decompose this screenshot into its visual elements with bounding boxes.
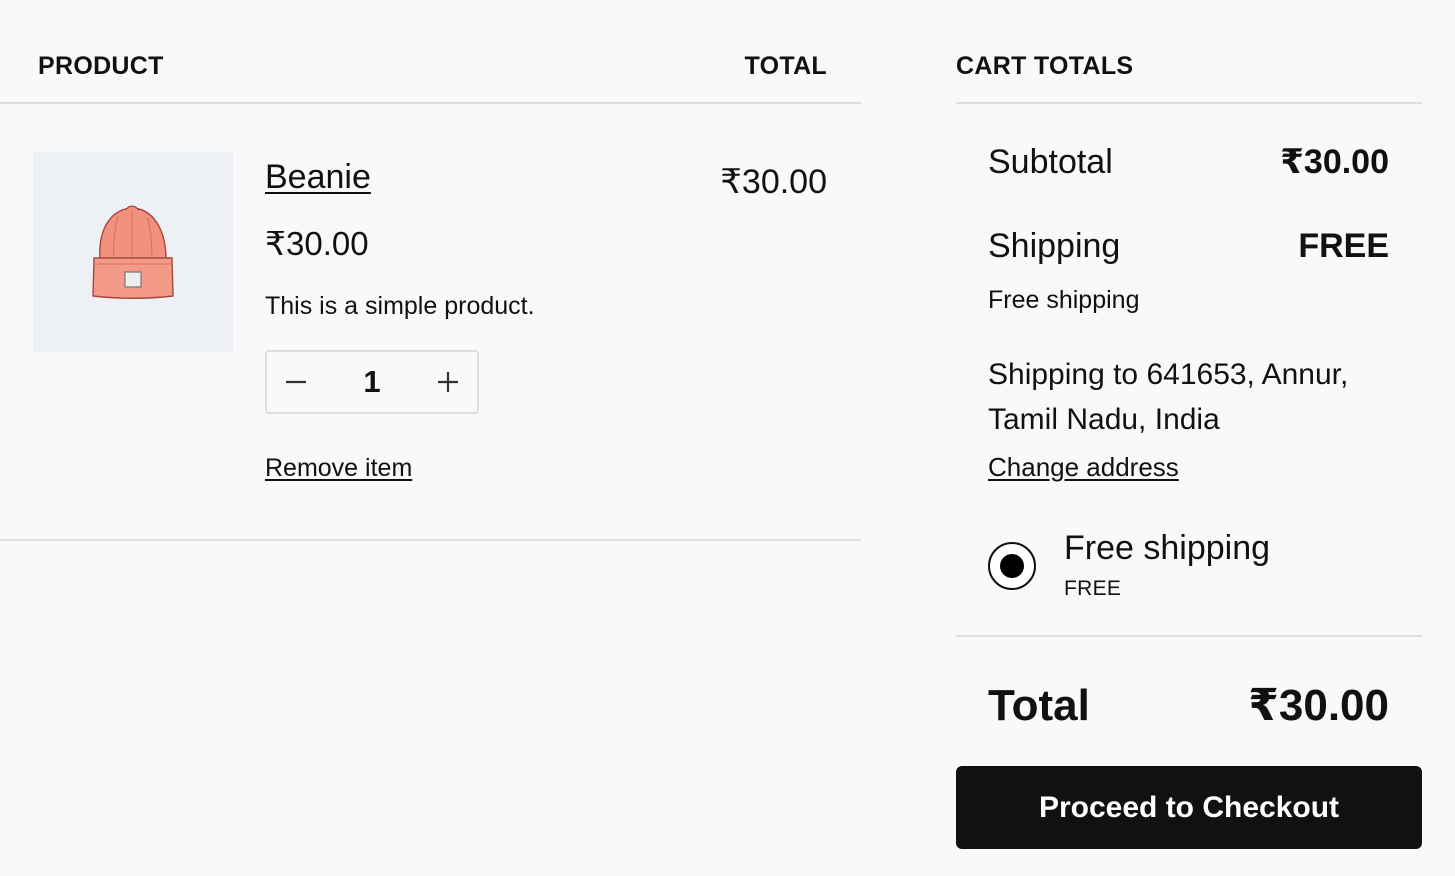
change-address-link[interactable]: Change address	[988, 451, 1179, 483]
minus-icon	[286, 380, 306, 384]
quantity-stepper	[265, 350, 479, 414]
total-value: ₹30.00	[1248, 681, 1389, 730]
shipping-label: Shipping	[988, 227, 1121, 265]
radio-selected-dot	[1000, 554, 1024, 578]
shipping-option-radio[interactable]	[988, 542, 1036, 590]
cart-table-header: PRODUCT TOTAL	[0, 0, 861, 104]
cart-totals-panel: CART TOTALS Subtotal ₹30.00 Shipping FRE…	[956, 0, 1422, 849]
total-label: Total	[988, 681, 1090, 730]
product-unit-price: ₹30.00	[265, 225, 369, 262]
remove-item-link[interactable]: Remove item	[265, 453, 412, 483]
shipping-destination: Shipping to 641653, Annur, Tamil Nadu, I…	[988, 358, 1349, 436]
cart-totals-header: CART TOTALS	[956, 0, 1422, 104]
cart-table: PRODUCT TOTAL Beanie ₹30.00 This is a si…	[0, 0, 861, 541]
cart-totals-body: Subtotal ₹30.00 Shipping FREE Free shipp…	[956, 104, 1422, 637]
cart-page: PRODUCT TOTAL Beanie ₹30.00 This is a si…	[0, 0, 1455, 876]
subtotal-value: ₹30.00	[1280, 143, 1389, 181]
beanie-hat-image	[92, 205, 174, 299]
product-thumbnail[interactable]	[33, 152, 233, 352]
cart-item-row: Beanie ₹30.00 This is a simple product.	[0, 104, 861, 541]
order-total-row: Total ₹30.00	[956, 637, 1422, 764]
shipping-option-price: FREE	[1064, 577, 1122, 600]
subtotal-label: Subtotal	[988, 143, 1113, 181]
increase-quantity-button[interactable]	[428, 362, 468, 402]
column-header-product: PRODUCT	[38, 52, 164, 80]
shipping-method-name: Free shipping	[988, 286, 1140, 314]
plus-icon	[438, 372, 458, 392]
proceed-to-checkout-button[interactable]: Proceed to Checkout	[956, 766, 1422, 849]
line-total: ₹30.00	[720, 163, 827, 201]
decrease-quantity-button[interactable]	[276, 362, 316, 402]
product-description: This is a simple product.	[265, 292, 535, 320]
column-header-total: TOTAL	[744, 52, 827, 80]
shipping-value: FREE	[1298, 227, 1389, 265]
cart-totals-title: CART TOTALS	[956, 52, 1134, 80]
shipping-option-free[interactable]: Free shipping FREE	[988, 524, 1388, 614]
product-name-link[interactable]: Beanie	[265, 157, 371, 197]
quantity-input[interactable]	[329, 358, 415, 406]
shipping-option-label: Free shipping	[1064, 529, 1271, 567]
